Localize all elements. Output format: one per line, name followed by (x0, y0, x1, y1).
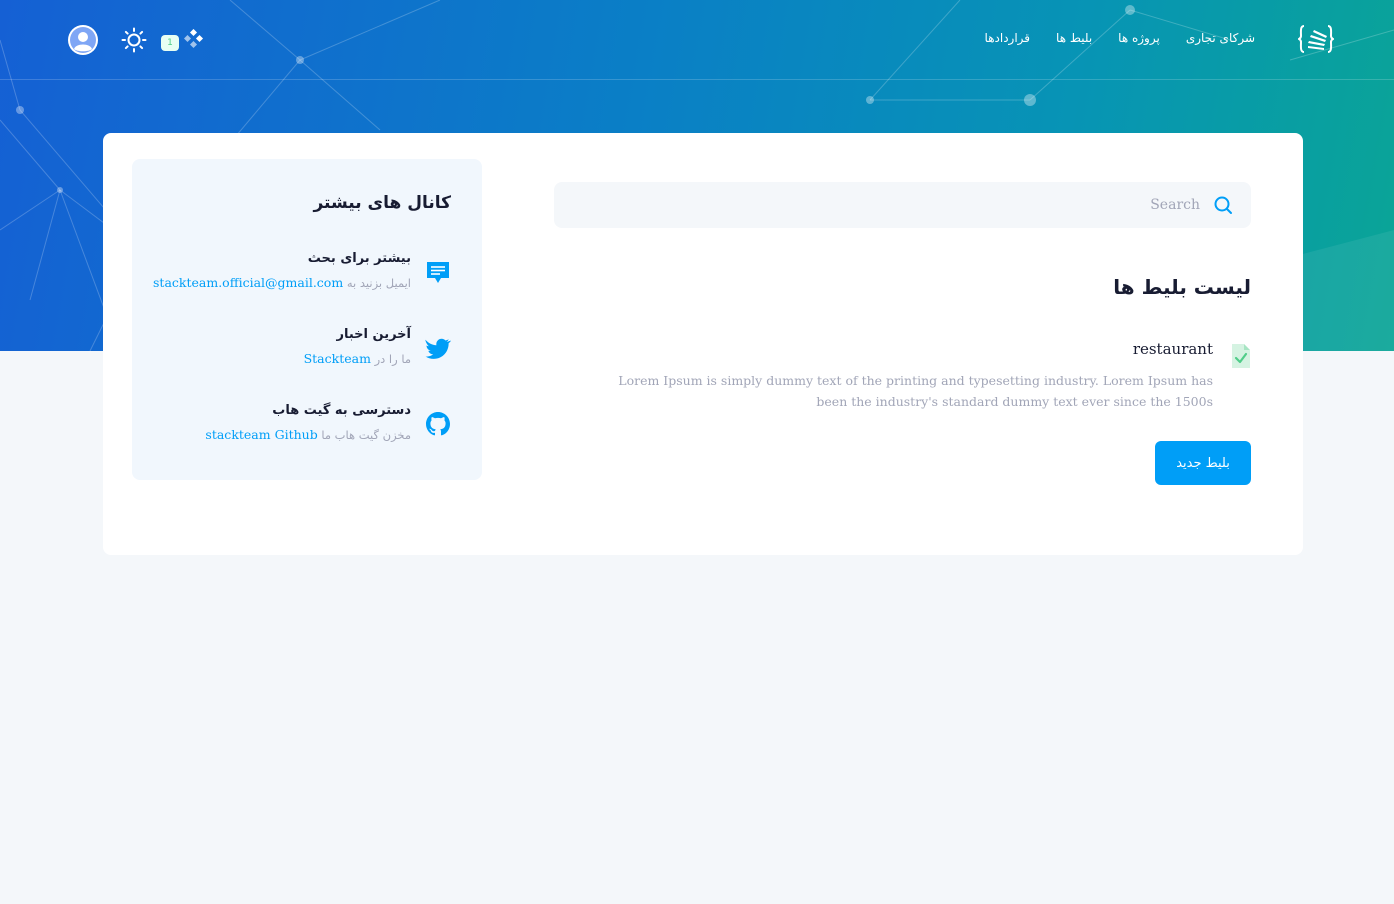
stackteam-logo-icon[interactable] (1298, 24, 1334, 54)
search-icon[interactable] (1213, 195, 1233, 215)
email-prefix: ایمیل بزنید به (346, 276, 411, 290)
apps-menu[interactable]: 1 (160, 29, 206, 53)
channel-github-subtitle: stackteam Github مخزن گیت هاب ما (205, 427, 411, 442)
search-box (554, 182, 1251, 228)
ticket-description: Lorem Ipsum is simply dummy text of the … (618, 373, 1213, 409)
notification-badge: 1 (161, 35, 179, 51)
github-link[interactable]: stackteam Github (205, 427, 317, 442)
apps-grid-icon (184, 29, 204, 49)
theme-toggle-sun-icon[interactable] (121, 27, 147, 53)
more-channels-panel: کانال های بیشتر بیشتر برای بحث stackteam… (132, 159, 482, 480)
search-input[interactable] (554, 182, 1204, 228)
more-channels-title: کانال های بیشتر (313, 193, 451, 213)
channel-twitter-subtitle: Stackteam ما را در (304, 351, 411, 366)
nav-projects[interactable]: پروژه ها (1118, 31, 1160, 51)
nav-contracts[interactable]: قراردادها (985, 31, 1031, 51)
channel-email: بیشتر برای بحث stackteam.official@gmail.… (153, 251, 451, 301)
twitter-icon (425, 338, 451, 359)
top-navbar: شرکای تجاری پروژه ها بلیط ها قراردادها 1 (0, 0, 1394, 80)
twitter-prefix: ما را در (374, 352, 411, 366)
channel-github: دسترسی به گیت هاب stackteam Github مخزن … (161, 403, 451, 453)
new-ticket-button[interactable]: بلیط جدید (1155, 441, 1251, 485)
file-check-icon (1232, 344, 1250, 368)
nav-partners[interactable]: شرکای تجاری (1186, 31, 1255, 51)
message-icon (427, 262, 449, 283)
ticket-name[interactable]: restaurant (1133, 340, 1213, 358)
nav-tickets[interactable]: بلیط ها (1056, 31, 1092, 51)
main-card: لیست بلیط ها restaurant Lorem Ipsum is s… (103, 133, 1303, 555)
channel-github-title: دسترسی به گیت هاب (272, 403, 411, 418)
email-link[interactable]: stackteam.official@gmail.com (153, 275, 343, 290)
ticket-item: restaurant Lorem Ipsum is simply dummy t… (593, 339, 1251, 419)
user-avatar-icon[interactable] (68, 25, 98, 55)
twitter-link[interactable]: Stackteam (304, 351, 371, 366)
github-prefix: مخزن گیت هاب ما (321, 428, 411, 442)
channel-email-title: بیشتر برای بحث (307, 251, 411, 266)
tickets-list-title: لیست بلیط ها (1113, 275, 1251, 299)
github-icon (426, 412, 450, 436)
channel-twitter-title: آخرین اخبار (336, 327, 411, 342)
channel-twitter: آخرین اخبار Stackteam ما را در (161, 327, 451, 377)
main-nav: شرکای تجاری پروژه ها بلیط ها قراردادها (959, 31, 1255, 51)
channel-email-subtitle: stackteam.official@gmail.com ایمیل بزنید… (153, 275, 411, 290)
